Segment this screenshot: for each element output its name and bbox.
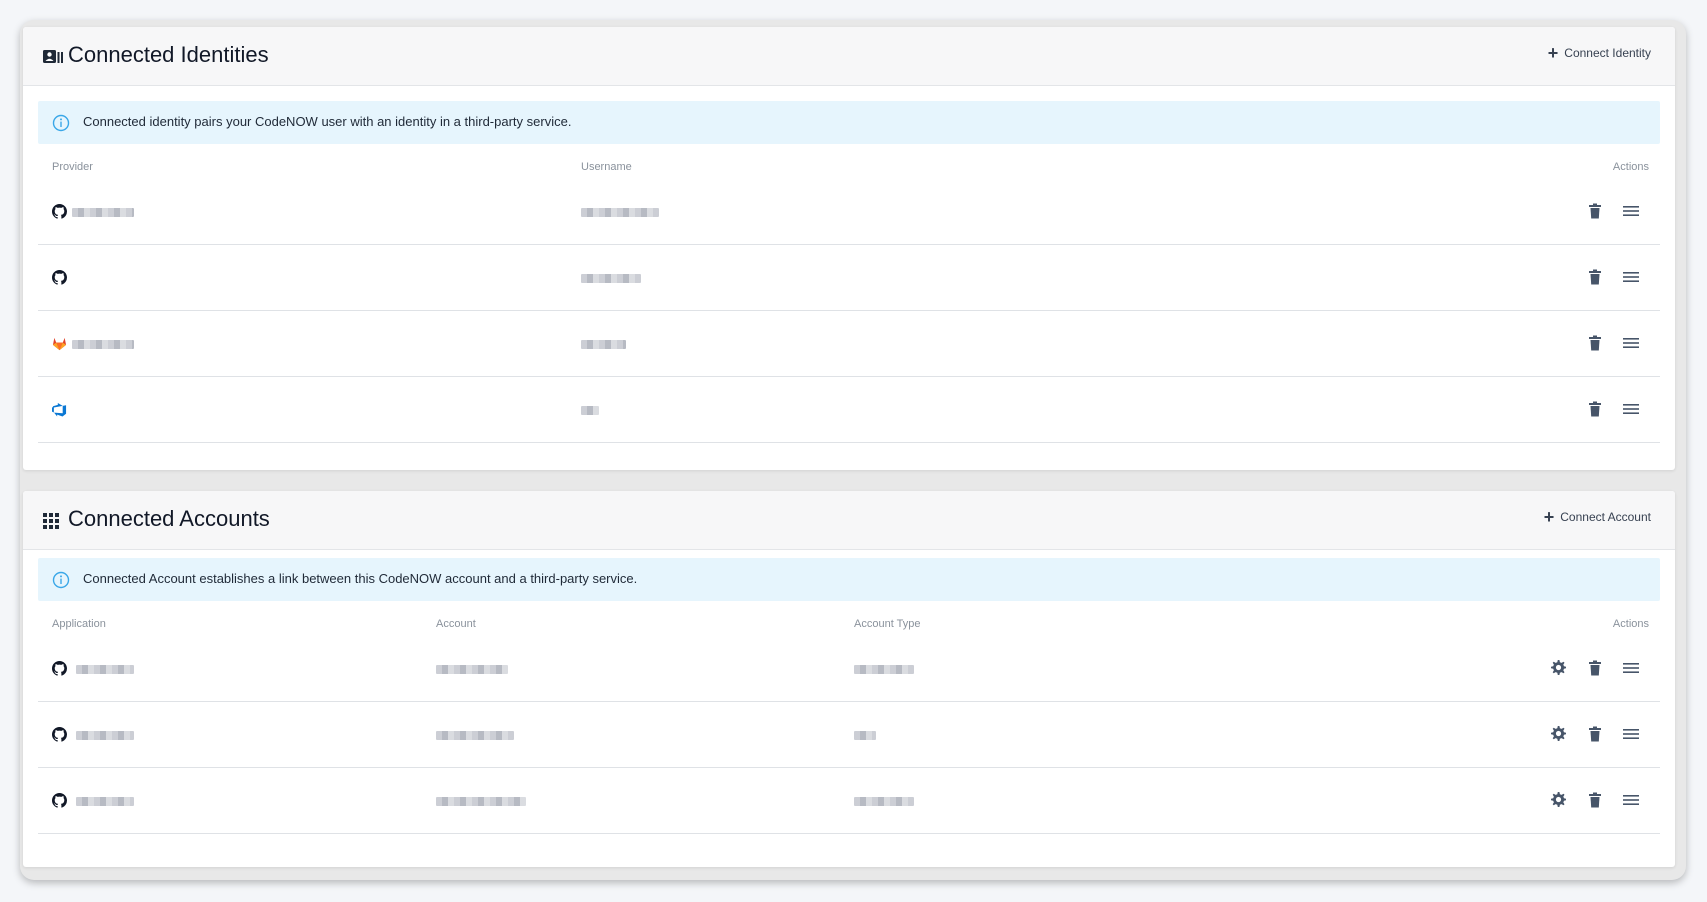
- menu-icon[interactable]: [1622, 334, 1640, 352]
- github-icon: [52, 204, 67, 219]
- trash-icon[interactable]: [1586, 791, 1604, 809]
- account-type-redacted: [854, 797, 914, 806]
- connect-account-button[interactable]: + Connect Account: [1543, 507, 1651, 527]
- github-icon: [52, 793, 67, 808]
- account-type-redacted: [854, 665, 914, 674]
- menu-icon[interactable]: [1622, 791, 1640, 809]
- provider-name-redacted: [72, 340, 134, 349]
- menu-icon[interactable]: [1622, 202, 1640, 220]
- column-header-actions: Actions: [1612, 161, 1649, 173]
- table-row[interactable]: [38, 636, 1660, 702]
- identities-info-banner: Connected identity pairs your CodeNOW us…: [38, 101, 1660, 144]
- connect-identity-label: Connect Identity: [1564, 46, 1651, 60]
- provider-name-redacted: [72, 208, 134, 217]
- table-row[interactable]: [38, 179, 1660, 245]
- application-name-redacted: [76, 797, 134, 806]
- application-name-redacted: [76, 731, 134, 740]
- username-redacted: [581, 208, 659, 217]
- github-icon: [52, 661, 67, 676]
- github-icon: [52, 270, 67, 285]
- gear-icon[interactable]: [1549, 791, 1567, 809]
- account-redacted: [436, 797, 526, 806]
- column-header-provider: Provider: [52, 161, 93, 173]
- gitlab-icon: [52, 337, 67, 351]
- connected-identities-card: Connected Identities + Connect Identity …: [23, 27, 1675, 470]
- username-redacted: [581, 274, 641, 283]
- menu-icon[interactable]: [1622, 659, 1640, 677]
- connect-account-label: Connect Account: [1560, 510, 1651, 524]
- identities-info-text: Connected identity pairs your CodeNOW us…: [83, 114, 572, 129]
- trash-icon[interactable]: [1586, 268, 1604, 286]
- identities-title: Connected Identities: [68, 42, 269, 67]
- menu-icon[interactable]: [1622, 268, 1640, 286]
- account-redacted: [436, 665, 508, 674]
- accounts-title: Connected Accounts: [68, 506, 270, 531]
- column-header-actions: Actions: [1612, 618, 1649, 630]
- identities-header: Connected Identities + Connect Identity: [23, 27, 1675, 86]
- trash-icon[interactable]: [1586, 725, 1604, 743]
- info-icon: [52, 571, 70, 589]
- plus-icon: +: [1547, 43, 1559, 63]
- menu-icon[interactable]: [1622, 400, 1640, 418]
- account-type-redacted: [854, 731, 876, 740]
- accounts-info-text: Connected Account establishes a link bet…: [83, 571, 638, 586]
- gear-icon[interactable]: [1549, 725, 1567, 743]
- trash-icon[interactable]: [1586, 202, 1604, 220]
- table-row[interactable]: [38, 768, 1660, 834]
- column-header-application: Application: [52, 618, 106, 630]
- account-redacted: [436, 731, 514, 740]
- plus-icon: +: [1543, 507, 1555, 527]
- github-icon: [52, 727, 67, 742]
- info-icon: [52, 114, 70, 132]
- column-header-account: Account: [436, 618, 476, 630]
- accounts-info-banner: Connected Account establishes a link bet…: [38, 558, 1660, 601]
- table-row[interactable]: [38, 702, 1660, 768]
- azure-devops-icon: [52, 402, 67, 417]
- trash-icon[interactable]: [1586, 659, 1604, 677]
- gear-icon[interactable]: [1549, 659, 1567, 677]
- id-card-icon: [43, 50, 63, 63]
- application-name-redacted: [76, 665, 134, 674]
- column-header-account-type: Account Type: [854, 618, 921, 630]
- table-row[interactable]: [38, 377, 1660, 443]
- connect-identity-button[interactable]: + Connect Identity: [1547, 43, 1651, 63]
- menu-icon[interactable]: [1622, 725, 1640, 743]
- table-row[interactable]: [38, 311, 1660, 377]
- connected-accounts-card: Connected Accounts + Connect Account Con…: [23, 491, 1675, 867]
- accounts-header: Connected Accounts + Connect Account: [23, 491, 1675, 550]
- trash-icon[interactable]: [1586, 400, 1604, 418]
- username-redacted: [581, 406, 599, 415]
- username-redacted: [581, 340, 626, 349]
- trash-icon[interactable]: [1586, 334, 1604, 352]
- column-header-username: Username: [581, 161, 632, 173]
- page-container: Connected Identities + Connect Identity …: [20, 20, 1686, 880]
- table-row[interactable]: [38, 245, 1660, 311]
- apps-grid-icon: [43, 513, 59, 529]
